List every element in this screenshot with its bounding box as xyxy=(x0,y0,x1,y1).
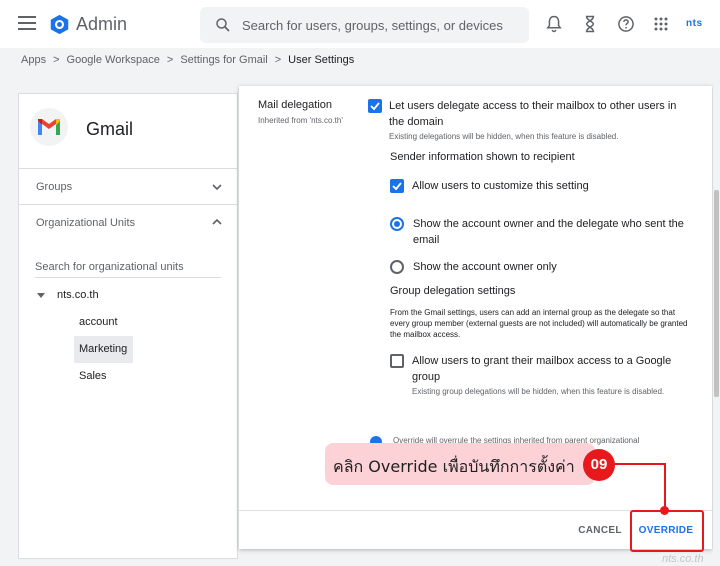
top-bar: Admin nts xyxy=(0,0,720,48)
chevron-right-icon: > xyxy=(274,54,282,66)
breadcrumb-apps[interactable]: Apps xyxy=(21,54,46,66)
annotation-connector xyxy=(664,463,666,509)
tree-item-marketing[interactable]: Marketing xyxy=(79,343,127,355)
radio-owner-only[interactable] xyxy=(390,260,404,274)
brand-logo[interactable]: nts xyxy=(686,18,703,29)
group-delegation-heading: Group delegation settings xyxy=(390,285,516,297)
delegate-note: Existing delegations will be hidden, whe… xyxy=(389,132,619,141)
radio-owner-and-delegate[interactable] xyxy=(390,217,404,231)
delegate-checkbox[interactable] xyxy=(368,99,382,113)
step-number-badge: 09 xyxy=(583,449,615,481)
setting-inherited: Inherited from 'nts.co.th' xyxy=(258,116,343,125)
annotation-text: คลิก Override เพื่อบันทึกการตั้งค่า xyxy=(333,457,575,476)
group-access-note: Existing group delegations will be hidde… xyxy=(412,387,665,396)
ou-search-input[interactable] xyxy=(35,256,221,278)
breadcrumb-current: User Settings xyxy=(288,54,355,66)
gmail-logo xyxy=(30,108,68,146)
app-title[interactable]: Admin xyxy=(76,14,127,35)
tree-expand-icon[interactable] xyxy=(37,293,45,298)
sender-info-heading: Sender information shown to recipient xyxy=(390,151,575,163)
breadcrumb: Apps > Google Workspace > Settings for G… xyxy=(21,54,354,66)
chevron-right-icon: > xyxy=(53,54,60,66)
group-access-checkbox[interactable] xyxy=(390,354,404,368)
annotation-connector xyxy=(614,463,666,465)
watermark: nts.co.th xyxy=(662,553,704,565)
bell-icon[interactable] xyxy=(544,14,564,34)
cancel-button[interactable]: CANCEL xyxy=(573,518,627,542)
apps-grid-icon[interactable] xyxy=(651,14,671,34)
customize-checkbox[interactable] xyxy=(390,179,404,193)
chevron-right-icon: > xyxy=(166,54,174,66)
tree-item-sales[interactable]: Sales xyxy=(79,370,107,382)
left-panel: Gmail Groups Organizational Units nts.co… xyxy=(18,93,238,559)
scrollbar-thumb[interactable] xyxy=(714,190,719,397)
delegate-label[interactable]: Let users delegate access to their mailb… xyxy=(389,98,689,130)
check-icon xyxy=(370,102,380,111)
tree-root[interactable]: nts.co.th xyxy=(57,289,99,301)
search-input[interactable] xyxy=(242,7,522,43)
menu-icon[interactable] xyxy=(18,16,36,30)
check-icon xyxy=(392,182,402,191)
search-icon xyxy=(216,18,230,32)
setting-name: Mail delegation xyxy=(258,99,332,111)
group-delegation-desc: From the Gmail settings, users can add a… xyxy=(390,308,688,339)
chevron-down-icon[interactable] xyxy=(211,181,223,193)
hourglass-icon[interactable] xyxy=(580,14,600,34)
group-access-label[interactable]: Allow users to grant their mailbox acces… xyxy=(412,353,692,385)
breadcrumb-gmail-settings[interactable]: Settings for Gmail xyxy=(180,54,267,66)
service-title: Gmail xyxy=(86,119,134,139)
customize-label[interactable]: Allow users to customize this setting xyxy=(412,178,589,194)
divider xyxy=(19,204,237,205)
chevron-up-icon[interactable] xyxy=(211,216,223,228)
override-highlight-box xyxy=(630,510,704,552)
breadcrumb-workspace[interactable]: Google Workspace xyxy=(67,54,160,66)
groups-section[interactable]: Groups xyxy=(36,181,72,193)
org-units-section[interactable]: Organizational Units xyxy=(36,217,135,229)
search-bar[interactable] xyxy=(200,7,529,43)
gmail-icon xyxy=(38,119,60,135)
admin-logo-icon xyxy=(50,14,69,35)
radio-owner-only-label[interactable]: Show the account owner only xyxy=(413,259,557,275)
help-icon[interactable] xyxy=(616,14,636,34)
radio-owner-and-delegate-label[interactable]: Show the account owner and the delegate … xyxy=(413,216,693,248)
tree-item-account[interactable]: account xyxy=(79,316,118,328)
divider xyxy=(19,168,237,169)
